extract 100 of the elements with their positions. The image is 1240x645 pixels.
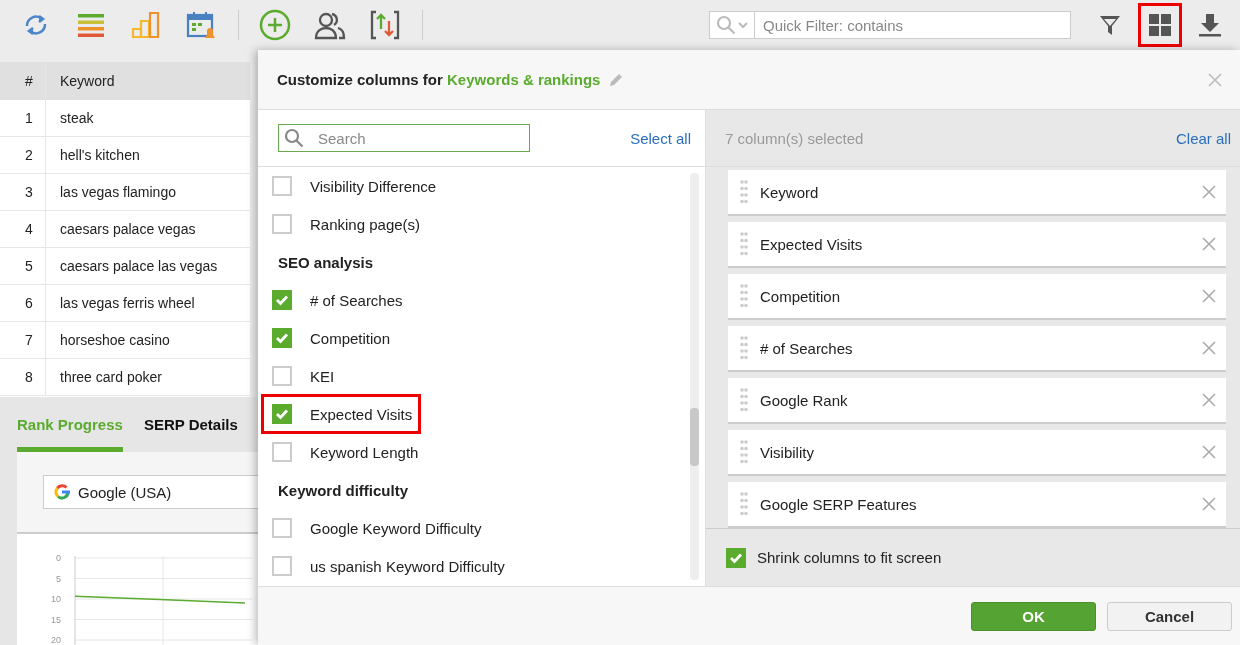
remove-icon[interactable] [1202,185,1216,199]
table-cell-text: caesars palace vegas [59,221,197,237]
drag-handle-icon[interactable] [740,231,748,257]
selected-column-card[interactable]: # of Searches [728,326,1226,372]
table-cell-text: caesars palace las vegas [59,258,219,274]
table-cell-text: hell's kitchen [59,147,141,163]
checkbox[interactable] [272,366,292,386]
selected-column-card[interactable]: Competition [728,274,1226,320]
search-field[interactable]: Search [278,124,530,152]
axis-tick-label: 5 [56,573,61,584]
selected-column-card[interactable]: Expected Visits [728,222,1226,268]
column-option-label[interactable]: KEI [310,367,335,385]
remove-icon[interactable] [1202,393,1216,407]
column-option-label[interactable]: Competition [310,329,391,347]
column-option-label[interactable]: Google Keyword Difficulty [310,519,482,537]
filter-icon[interactable] [1098,13,1122,37]
group-heading: SEO analysis [277,252,375,273]
tab[interactable]: SERP Details [143,397,238,452]
column-name: Google SERP Features [760,495,917,513]
checkbox[interactable] [272,176,292,196]
axis-tick-label: 10 [51,594,61,604]
column-option-label[interactable]: us spanish Keyword Difficulty [310,557,505,575]
column-name: Google Rank [760,391,848,409]
column-name: Competition [760,287,841,305]
column-name: Keyword [760,183,819,201]
drag-handle-icon[interactable] [740,387,748,413]
search-engine-select[interactable]: Google (USA) [43,475,258,509]
search-options-button[interactable] [709,11,755,39]
bar-chart-icon[interactable] [131,11,161,39]
checkmark-icon [729,551,743,564]
row-number: 3 [0,174,46,210]
add-icon[interactable] [259,9,291,41]
remove-icon[interactable] [1202,237,1216,251]
table-cell-text: horseshoe casino [59,332,171,348]
remove-icon[interactable] [1202,445,1216,459]
selected-count: 7 column(s) selected [725,129,864,147]
axis-tick-label: 15 [51,614,61,625]
row-number: 6 [0,285,46,321]
row-number: 4 [0,211,46,247]
column-name: Visibility [760,443,814,461]
checkbox[interactable] [726,547,746,568]
scrollbar-thumb[interactable] [690,408,699,466]
checkbox[interactable] [272,404,292,424]
checkbox[interactable] [272,518,292,538]
row-number: 1 [0,100,46,136]
column-option-label[interactable]: Ranking page(s) [310,215,421,233]
checkmark-icon [275,408,289,420]
column-option-label[interactable]: Visibility Difference [310,177,437,195]
selected-column-card[interactable]: Visibility [728,430,1226,476]
drag-handle-icon[interactable] [740,179,748,205]
search-icon [716,15,736,35]
row-number: 7 [0,322,46,358]
table-cell-text: steak [59,110,95,126]
table-cell-text: las vegas flamingo [59,184,177,200]
column-option-label[interactable]: Keyword Length [310,443,419,461]
import-export-icon[interactable] [369,9,401,41]
pencil-icon[interactable] [608,71,625,88]
group-heading: Keyword difficulty [277,480,409,501]
selected-column-card[interactable]: Google SERP Features [728,482,1226,528]
checkbox[interactable] [272,290,292,310]
dialog-title: Customize columns for Keywords & rankings [277,71,601,88]
table-cell-text: las vegas ferris wheel [59,295,196,311]
remove-icon[interactable] [1202,497,1216,511]
axis-tick-label: 0 [56,553,61,563]
axis-tick-label: 20 [51,635,61,645]
drag-handle-icon[interactable] [740,439,748,465]
drag-handle-icon[interactable] [740,283,748,309]
column-option-label[interactable]: # of Searches [310,291,403,309]
row-number: 8 [0,359,46,395]
drag-handle-icon[interactable] [740,335,748,361]
grid-icon[interactable] [1148,13,1172,37]
users-icon[interactable] [314,10,346,40]
checkbox[interactable] [272,214,292,234]
select-all-link[interactable]: Select all [630,129,691,147]
column-option-label[interactable]: Expected Visits [310,405,413,423]
clear-all-link[interactable]: Clear all [1175,129,1231,147]
remove-icon[interactable] [1202,289,1216,303]
column-header[interactable]: # [0,62,46,100]
selected-column-card[interactable]: Google Rank [728,378,1226,424]
remove-icon[interactable] [1202,341,1216,355]
checkbox[interactable] [272,442,292,462]
cancel-button[interactable]: Cancel [1107,601,1232,631]
calendar-bell-icon[interactable] [186,10,216,40]
selected-column-card[interactable]: Keyword [728,170,1226,216]
download-icon[interactable] [1198,13,1222,37]
checkmark-icon [275,332,289,344]
column-header[interactable]: Keyword [46,73,250,89]
shrink-columns-label[interactable]: Shrink columns to fit screen [757,549,942,566]
close-icon[interactable] [1208,72,1222,87]
chevron-down-icon[interactable] [738,21,748,29]
quick-filter-field[interactable]: Quick Filter: contains [755,11,1071,39]
google-logo-icon [54,484,70,500]
drag-handle-icon[interactable] [740,491,748,517]
search-icon [284,128,304,148]
column-name: Expected Visits [760,235,863,253]
checkbox[interactable] [272,556,292,576]
list-icon[interactable] [77,12,105,38]
row-number: 2 [0,137,46,173]
checkbox[interactable] [272,328,292,348]
table-cell-text: three card poker [59,369,163,385]
